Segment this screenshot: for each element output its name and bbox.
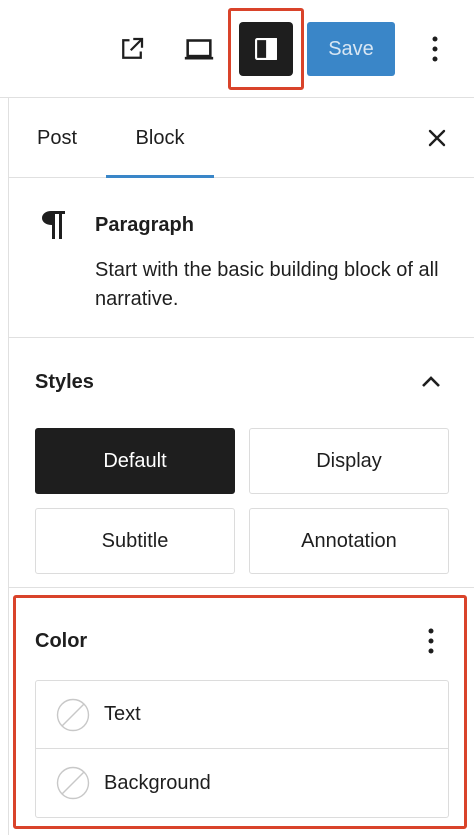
close-sidebar-button[interactable] — [417, 118, 457, 158]
paragraph-icon — [39, 208, 69, 242]
editor-toolbar: Save — [0, 0, 474, 98]
external-link-icon — [122, 37, 144, 59]
styles-toggle-button[interactable] — [413, 364, 449, 400]
tab-post[interactable]: Post — [17, 98, 97, 178]
preview-button[interactable] — [172, 22, 226, 76]
tab-block[interactable]: Block — [106, 98, 214, 178]
block-title: Paragraph — [95, 214, 194, 236]
style-annotation-button[interactable]: Annotation — [249, 508, 449, 574]
style-default-button[interactable]: Default — [35, 428, 235, 494]
options-menu-button[interactable] — [416, 22, 454, 76]
vertical-ellipsis-icon — [432, 36, 438, 62]
settings-button-highlight — [228, 8, 304, 90]
chevron-up-icon — [422, 376, 440, 387]
view-post-button[interactable] — [105, 22, 159, 76]
settings-sidebar: Post Block Paragraph Start with the basi… — [8, 98, 474, 835]
block-card: Paragraph Start with the basic building … — [9, 178, 474, 338]
color-panel-highlight — [13, 595, 467, 829]
style-subtitle-button[interactable]: Subtitle — [35, 508, 235, 574]
sidebar-tabs: Post Block — [9, 98, 474, 178]
styles-panel: Styles Default Display Subtitle Annotati… — [9, 338, 474, 588]
save-button[interactable]: Save — [307, 22, 395, 76]
laptop-icon — [184, 39, 214, 60]
close-icon — [428, 129, 446, 147]
styles-panel-title[interactable]: Styles — [35, 371, 94, 394]
style-display-button[interactable]: Display — [249, 428, 449, 494]
block-description: Start with the basic building block of a… — [95, 259, 439, 310]
